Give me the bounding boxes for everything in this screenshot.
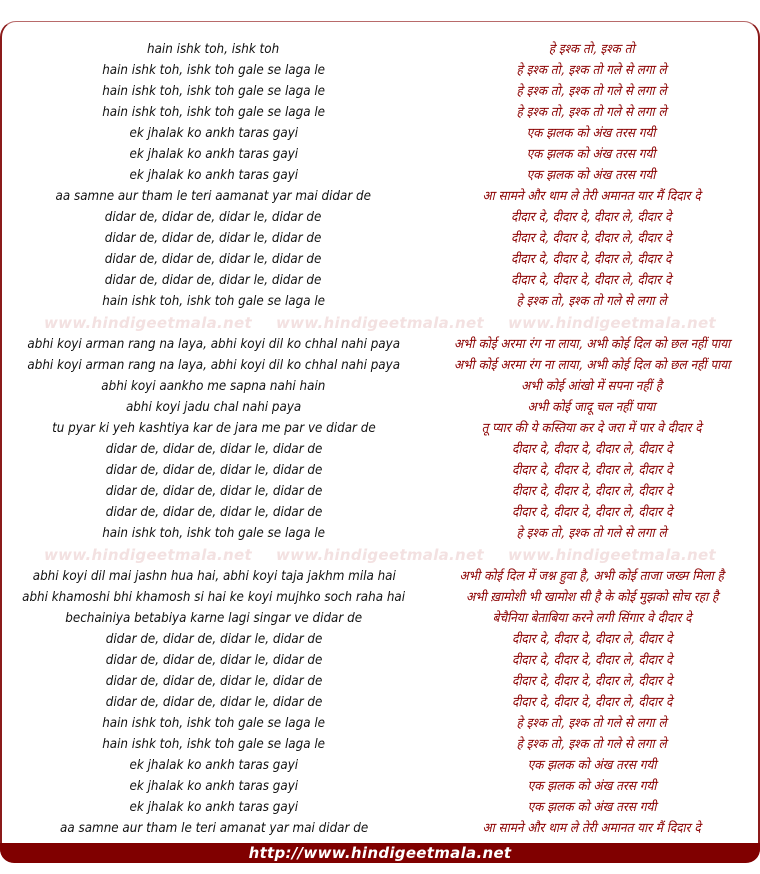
english-lyric-line: ek jhalak ko ankh taras gayi (129, 757, 299, 773)
english-lyric-line: ek jhalak ko ankh taras gayi (129, 167, 298, 183)
watermark: www.hindigeetmala.net (276, 314, 484, 332)
english-lyric-line: aa samne aur tham le teri amanat yar mai… (59, 820, 369, 836)
english-lyric-line: hain ishk toh, ishk toh gale se laga le (102, 293, 325, 309)
hindi-lyric-line: आ सामने और थाम ले तेरी अमानत यार मैं दिद… (482, 821, 702, 836)
english-lyric-line: bechainiya betabiya karne lagi singar ve… (65, 610, 363, 626)
hindi-lyric-line: एक झलक को अंख तरस गयी (527, 758, 657, 773)
english-lyric-line: ek jhalak ko ankh taras gayi (129, 125, 298, 141)
english-lyric-line: hain ishk toh, ishk toh gale se laga le (102, 736, 326, 752)
watermark: www.hindigeetmala.net (44, 546, 252, 564)
hindi-lyric-line: दीदार दे, दीदार दे, दीदार ले, दीदार दे (511, 252, 672, 267)
watermark: www.hindigeetmala.net (508, 546, 716, 564)
site-url-link[interactable]: http://www.hindigeetmala.net (249, 844, 512, 862)
english-lyric-line: didar de, didar de, didar le, didar de (105, 673, 323, 689)
hindi-lyric-line: हे इश्क तो, इश्क तो गले से लगा ले (516, 63, 667, 78)
english-lyric-line: hain ishk toh, ishk toh gale se laga le (102, 104, 325, 120)
english-lyric-line: abhi koyi jadu chal nahi paya (126, 399, 302, 415)
lyrics-section-3: abhi koyi dil mai jashn hua hai, abhi ko… (2, 566, 758, 839)
english-lyric-line: didar de, didar de, didar le, didar de (105, 462, 323, 478)
english-lyric-line: ek jhalak ko ankh taras gayi (129, 146, 298, 162)
english-lyric-line: ek jhalak ko ankh taras gayi (129, 778, 299, 794)
english-lyric-line: abhi koyi arman rang na laya, abhi koyi … (27, 336, 401, 352)
hindi-column: अभी कोई दिल में जश्न हुवा है, अभी कोई ता… (426, 566, 758, 839)
hindi-lyric-line: तू प्यार की ये कस्तिया कर दे जरा में पार… (481, 421, 702, 436)
english-column: abhi koyi dil mai jashn hua hai, abhi ko… (2, 566, 426, 839)
english-lyric-line: hain ishk toh, ishk toh gale se laga le (102, 83, 325, 99)
hindi-lyric-line: हे इश्क तो, इश्क तो गले से लगा ले (516, 526, 667, 541)
hindi-lyric-line: दीदार दे, दीदार दे, दीदार ले, दीदार दे (511, 674, 673, 689)
hindi-lyric-line: दीदार दे, दीदार दे, दीदार ले, दीदार दे (511, 632, 673, 647)
hindi-lyric-line: दीदार दे, दीदार दे, दीदार ले, दीदार दे (511, 653, 673, 668)
hindi-lyric-line: अभी कोई आंखो में सपना नहीं है (521, 379, 663, 394)
lyrics-section-1: hain ishk toh, ishk toh hain ishk toh, is… (2, 39, 758, 312)
english-lyric-line: didar de, didar de, didar le, didar de (105, 483, 323, 499)
lyrics-section-2: abhi koyi arman rang na laya, abhi koyi … (2, 334, 758, 544)
english-lyric-line: ek jhalak ko ankh taras gayi (129, 799, 299, 815)
hindi-lyric-line: हे इश्क तो, इश्क तो गले से लगा ले (516, 294, 667, 309)
top-spacer (2, 22, 758, 39)
hindi-lyric-line: दीदार दे, दीदार दे, दीदार ले, दीदार दे (511, 273, 672, 288)
hindi-column: अभी कोई अरमा रंग ना लाया, अभी कोई दिल को… (425, 334, 758, 544)
watermark: www.hindigeetmala.net (276, 546, 484, 564)
english-lyric-line: hain ishk toh, ishk toh (147, 41, 280, 57)
english-lyric-line: didar de, didar de, didar le, didar de (105, 631, 323, 647)
english-lyric-line: didar de, didar de, didar le, didar de (105, 230, 322, 246)
english-column: abhi koyi arman rang na laya, abhi koyi … (2, 334, 425, 544)
hindi-lyric-line: दीदार दे, दीदार दे, दीदार ले, दीदार दे (511, 505, 672, 520)
english-lyric-line: didar de, didar de, didar le, didar de (105, 209, 322, 225)
hindi-lyric-line: एक झलक को अंख तरस गयी (526, 126, 656, 141)
footer-bar: http://www.hindigeetmala.net (0, 843, 760, 863)
hindi-lyric-line: बेचैनिया बेताबिया करने लगी सिंगार वे दीद… (492, 611, 692, 626)
hindi-lyric-line: एक झलक को अंख तरस गयी (527, 779, 657, 794)
english-lyric-line: hain ishk toh, ishk toh gale se laga le (102, 62, 325, 78)
hindi-lyric-line: अभी कोई दिल में जश्न हुवा है, अभी कोई ता… (459, 569, 725, 584)
english-lyric-line: didar de, didar de, didar le, didar de (105, 504, 323, 520)
watermark-row: www.hindigeetmala.net www.hindigeetmala.… (2, 312, 758, 334)
hindi-lyric-line: एक झलक को अंख तरस गयी (526, 147, 656, 162)
english-column: hain ishk toh, ishk toh hain ishk toh, is… (2, 39, 425, 312)
hindi-lyric-line: दीदार दे, दीदार दे, दीदार ले, दीदार दे (511, 463, 672, 478)
hindi-lyric-line: अभी ख़ामोशी भी खामोश सी है के कोई मुझको … (465, 590, 719, 605)
english-lyric-line: abhi khamoshi bhi khamosh si hai ke koyi… (22, 589, 406, 605)
english-lyric-line: didar de, didar de, didar le, didar de (105, 441, 323, 457)
hindi-lyric-line: अभी कोई अरमा रंग ना लाया, अभी कोई दिल को… (453, 358, 730, 373)
hindi-lyric-line: एक झलक को अंख तरस गयी (527, 800, 657, 815)
hindi-lyric-line: दीदार दे, दीदार दे, दीदार ले, दीदार दे (511, 484, 672, 499)
watermark: www.hindigeetmala.net (44, 314, 252, 332)
hindi-lyric-line: हे इश्क तो, इश्क तो गले से लगा ले (516, 737, 668, 752)
hindi-lyric-line: दीदार दे, दीदार दे, दीदार ले, दीदार दे (511, 695, 673, 710)
english-lyric-line: didar de, didar de, didar le, didar de (105, 272, 322, 288)
english-lyric-line: hain ishk toh, ishk toh gale se laga le (102, 525, 326, 541)
english-lyric-line: aa samne aur tham le teri aamanat yar ma… (55, 188, 372, 204)
hindi-lyric-line: आ सामने और थाम ले तेरी अमानत यार मैं दिद… (482, 189, 701, 204)
hindi-lyric-line: हे इश्क तो, इश्क तो गले से लगा ले (516, 84, 667, 99)
hindi-lyric-line: हे इश्क तो, इश्क तो (548, 42, 635, 57)
hindi-lyric-line: दीदार दे, दीदार दे, दीदार ले, दीदार दे (511, 231, 672, 246)
hindi-lyric-line: अभी कोई जादू चल नहीं पाया (527, 400, 656, 415)
english-lyric-line: didar de, didar de, didar le, didar de (105, 251, 322, 267)
english-lyric-line: didar de, didar de, didar le, didar de (105, 694, 323, 710)
english-lyric-line: abhi koyi aankho me sapna nahi hain (101, 378, 326, 394)
english-lyric-line: abhi koyi dil mai jashn hua hai, abhi ko… (32, 568, 396, 584)
english-lyric-line: hain ishk toh, ishk toh gale se laga le (102, 715, 326, 731)
watermark-row: www.hindigeetmala.net www.hindigeetmala.… (2, 544, 758, 566)
hindi-lyric-line: एक झलक को अंख तरस गयी (526, 168, 656, 183)
lyrics-frame: hain ishk toh, ishk toh hain ishk toh, is… (0, 21, 760, 863)
hindi-lyric-line: अभी कोई अरमा रंग ना लाया, अभी कोई दिल को… (453, 337, 730, 352)
english-lyric-line: didar de, didar de, didar le, didar de (105, 652, 323, 668)
hindi-column: हे इश्क तो, इश्क तो हे इश्क तो, इश्क तो ग… (425, 39, 758, 312)
hindi-lyric-line: हे इश्क तो, इश्क तो गले से लगा ले (516, 105, 667, 120)
watermark: www.hindigeetmala.net (508, 314, 716, 332)
hindi-lyric-line: दीदार दे, दीदार दे, दीदार ले, दीदार दे (511, 442, 672, 457)
hindi-lyric-line: हे इश्क तो, इश्क तो गले से लगा ले (516, 716, 668, 731)
hindi-lyric-line: दीदार दे, दीदार दे, दीदार ले, दीदार दे (511, 210, 672, 225)
english-lyric-line: tu pyar ki yeh kashtiya kar de jara me p… (51, 420, 376, 436)
english-lyric-line: abhi koyi arman rang na laya, abhi koyi … (27, 357, 401, 373)
